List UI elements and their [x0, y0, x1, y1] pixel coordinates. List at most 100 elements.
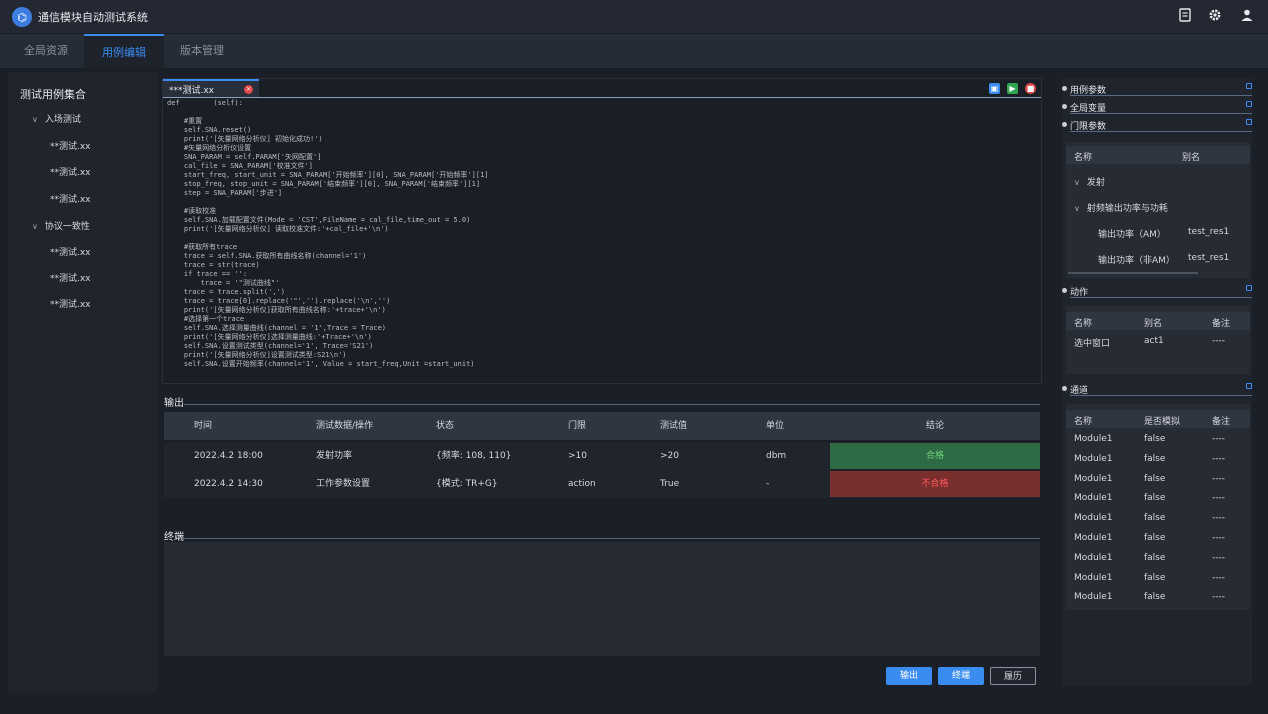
table-row[interactable]: 2022.4.2 14:30 工作参数设置 {模式: TR+G} action … — [164, 470, 1040, 498]
terminal-button[interactable]: 终端 — [938, 667, 984, 685]
horizontal-scrollbar[interactable] — [1068, 272, 1198, 274]
column-header: 名称 — [1074, 417, 1093, 427]
tree-group-entry-test[interactable]: ∨ 入场测试 — [32, 112, 81, 125]
expand-icon[interactable] — [1246, 119, 1252, 125]
section-channel[interactable]: 通道 — [1062, 382, 1252, 396]
report-icon[interactable] — [1177, 8, 1193, 24]
tree-node-rf-power[interactable]: ∨ 射频输出功率与功耗 — [1074, 201, 1168, 214]
section-threshold-params[interactable]: 门限参数 — [1062, 118, 1252, 132]
output-table-header: 时间 测试数据/操作 状态 门限 测试值 单位 结论 — [164, 412, 1040, 440]
right-properties-panel: 用例参数 全局变量 门限参数 名称 别名 ∨ 发射 ∨ 射频输出功率与功耗 输出… — [1062, 78, 1252, 686]
threshold-params-table: 名称 别名 ∨ 发射 ∨ 射频输出功率与功耗 输出功率（AM） test_res… — [1066, 142, 1250, 278]
user-icon[interactable] — [1239, 8, 1255, 24]
unit-cell: dbm — [766, 451, 787, 461]
param-name: 输出功率（AM） — [1098, 230, 1166, 240]
section-rule — [1070, 131, 1252, 132]
status-cell: {频率: 108, 110} — [436, 451, 512, 461]
editor-tab-label: ***测试.xx — [169, 86, 215, 96]
terminal-area[interactable] — [164, 542, 1040, 656]
tab-version-management[interactable]: 版本管理 — [162, 34, 242, 68]
chevron-down-icon: ∨ — [1074, 178, 1080, 187]
tree-item-case[interactable]: **测试.xx — [50, 139, 91, 152]
column-header: 测试值 — [660, 421, 688, 431]
tree-item-case[interactable]: **测试.xx — [50, 245, 91, 258]
bullet-icon — [1062, 386, 1067, 391]
channel-name[interactable]: Module1 — [1074, 513, 1112, 523]
status-cell: {模式: TR+G} — [436, 479, 498, 489]
output-section-label: 输出 — [164, 398, 184, 409]
channel-name[interactable]: Module1 — [1074, 434, 1112, 444]
operation-cell: 工作参数设置 — [316, 479, 371, 489]
section-global-vars[interactable]: 全局变量 — [1062, 100, 1252, 114]
app-title: 通信模块自动测试系统 — [38, 11, 148, 24]
section-rule — [1070, 95, 1252, 96]
action-name[interactable]: 选中窗口 — [1074, 336, 1110, 349]
channel-table: 名称 是否模拟 备注 Module1 false ---- Module1 false -… — [1066, 404, 1250, 610]
section-action[interactable]: 动作 — [1062, 284, 1252, 298]
code-content[interactable]: def (self): #重置 self.SNA.reset() print('… — [167, 99, 1037, 382]
tree-item-case[interactable]: **测试.xx — [50, 297, 91, 310]
result-badge-fail: 不合格 — [830, 471, 1040, 497]
param-name: 输出功率（非AM） — [1098, 256, 1175, 266]
action-alias: act1 — [1144, 336, 1164, 346]
section-case-params[interactable]: 用例参数 — [1062, 82, 1252, 96]
channel-note: ---- — [1212, 513, 1225, 524]
column-header: 备注 — [1212, 319, 1231, 329]
result-badge-pass: 合格 — [830, 443, 1040, 469]
editor-divider — [163, 97, 1041, 98]
bullet-icon — [1062, 288, 1067, 293]
tree-item-case[interactable]: **测试.xx — [50, 192, 91, 205]
expand-icon[interactable] — [1246, 383, 1252, 389]
expand-icon[interactable] — [1246, 83, 1252, 89]
column-header: 别名 — [1182, 153, 1201, 163]
channel-name[interactable]: Module1 — [1074, 533, 1112, 543]
title-bar: ⌬ 通信模块自动测试系统 — [0, 0, 1268, 34]
bullet-icon — [1062, 122, 1067, 127]
chevron-down-icon: ∨ — [1074, 204, 1080, 213]
expand-icon[interactable] — [1246, 101, 1252, 107]
channel-simulated: false — [1144, 572, 1166, 583]
param-alias: test_res1 — [1188, 253, 1230, 263]
channel-name[interactable]: Module1 — [1074, 573, 1112, 583]
tree-title: 测试用例集合 — [20, 88, 86, 101]
channel-name[interactable]: Module1 — [1074, 454, 1112, 464]
tree-group-protocol[interactable]: ∨ 协议一致性 — [32, 219, 90, 232]
channel-simulated: false — [1144, 513, 1166, 524]
operation-cell: 发射功率 — [316, 451, 353, 461]
channel-simulated: false — [1144, 493, 1166, 504]
channel-name[interactable]: Module1 — [1074, 493, 1112, 503]
expand-icon[interactable] — [1246, 285, 1252, 291]
channel-name[interactable]: Module1 — [1074, 592, 1112, 602]
channel-note: ---- — [1212, 572, 1225, 583]
action-table: 名称 别名 备注 选中窗口 act1 ---- — [1066, 306, 1250, 374]
channel-name[interactable]: Module1 — [1074, 474, 1112, 484]
terminal-divider — [184, 538, 1040, 539]
terminal-section-label: 终端 — [164, 532, 184, 543]
gear-icon[interactable] — [1207, 8, 1223, 24]
history-button[interactable]: 履历 — [990, 667, 1036, 685]
tab-global-resources[interactable]: 全局资源 — [6, 34, 86, 68]
column-header: 备注 — [1212, 417, 1231, 427]
channel-simulated: false — [1144, 434, 1166, 444]
stop-icon[interactable]: ■ — [1025, 83, 1036, 94]
channel-note: ---- — [1212, 533, 1225, 543]
channel-note: ---- — [1212, 552, 1225, 563]
tree-item-case[interactable]: **测试.xx — [50, 271, 91, 284]
close-icon[interactable]: × — [244, 85, 253, 94]
tab-case-edit[interactable]: 用例编辑 — [84, 34, 164, 68]
chevron-down-icon: ∨ — [32, 115, 38, 124]
run-icon[interactable]: ▶ — [1007, 83, 1018, 94]
output-button[interactable]: 输出 — [886, 667, 932, 685]
tree-item-case[interactable]: **测试.xx — [50, 165, 91, 178]
channel-note: ---- — [1212, 493, 1225, 504]
channel-simulated: false — [1144, 533, 1166, 543]
save-icon[interactable]: ▣ — [989, 83, 1000, 94]
channel-name[interactable]: Module1 — [1074, 553, 1112, 563]
table-row[interactable]: 2022.4.2 18:00 发射功率 {频率: 108, 110} >10 >… — [164, 442, 1040, 470]
tree-node-transmit[interactable]: ∨ 发射 — [1074, 175, 1105, 188]
main-tab-bar: 全局资源 用例编辑 版本管理 — [0, 34, 1268, 68]
tree-group-label: 入场测试 — [44, 115, 81, 125]
channel-note: ---- — [1212, 434, 1225, 444]
editor-tab[interactable]: ***测试.xx × — [163, 79, 259, 97]
node-label: 发射 — [1086, 178, 1105, 188]
